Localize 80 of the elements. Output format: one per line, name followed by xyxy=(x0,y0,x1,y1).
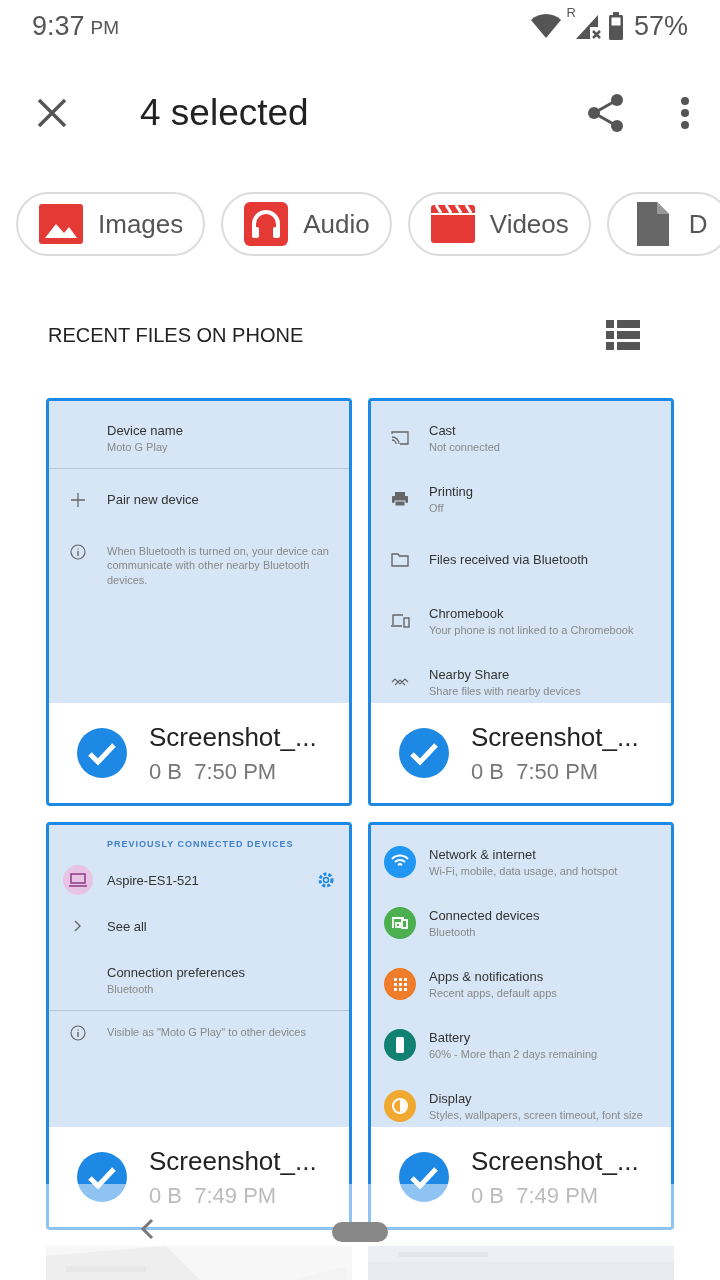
setting-title: Nearby Share xyxy=(429,666,511,682)
checkmark-icon[interactable] xyxy=(399,728,449,778)
close-button[interactable] xyxy=(36,97,68,129)
file-card[interactable]: PREVIOUSLY CONNECTED DEVICES Aspire-ES1-521 See all Connection preferences Bluetooth Visible as "Moto G Play" to other devices Screenshot_... 0 B 7:49 PM xyxy=(46,822,352,1230)
file-card[interactable]: Cast Not connected Printing Off Files received via Bluetooth Chromebook Your phone is not linked to a Chromebook Nearby Share Share files with nearby devices Screenshot_... 0 B 7:50 PM xyxy=(368,398,674,806)
setting-subtitle: Recent apps, default apps xyxy=(429,986,558,999)
list-view-button[interactable] xyxy=(606,320,640,350)
printer-icon xyxy=(391,490,409,507)
cast-icon xyxy=(390,429,410,446)
info-text: Visible as "Moto G Play" to other devices xyxy=(107,1025,307,1040)
file-details: 0 B 7:49 PM xyxy=(471,1182,600,1209)
setting-subtitle: Not connected xyxy=(429,440,501,453)
selection-count: 4 selected xyxy=(140,92,309,134)
setting-subtitle: Moto G Play xyxy=(107,440,169,453)
setting-title: Device name xyxy=(107,422,184,438)
file-name: Screenshot_... xyxy=(471,721,639,753)
brightness-icon xyxy=(384,1089,416,1122)
back-button[interactable] xyxy=(140,1218,154,1240)
category-chip[interactable]: D xyxy=(606,192,720,256)
setting-title: Display xyxy=(429,1090,473,1106)
file-name: Screenshot_... xyxy=(471,1145,639,1177)
nearby-icon xyxy=(391,676,409,687)
file-card[interactable] xyxy=(368,822,674,1230)
setting-title: Files received via Bluetooth xyxy=(429,552,589,567)
devices-icon xyxy=(384,906,416,939)
laptop-phone-icon xyxy=(390,613,410,628)
setting-subtitle: Styles, wallpapers, screen timeout, font size xyxy=(429,1108,644,1121)
info-text: When Bluetooth is turned on, your device can communicate with other nearby Bluetooth devices. xyxy=(107,544,330,587)
setting-subtitle: Share files with nearby devices xyxy=(429,684,582,697)
setting-subtitle: Bluetooth xyxy=(107,982,155,995)
clock-period: PM xyxy=(90,17,120,39)
setting-title: Pair new device xyxy=(107,492,200,507)
category-chip[interactable]: Videos xyxy=(407,192,591,256)
home-handle[interactable] xyxy=(332,1222,388,1242)
info-icon xyxy=(70,1025,86,1041)
file-name: Screenshot_... xyxy=(149,1145,317,1177)
setting-title: Printing xyxy=(429,483,475,499)
clock-time: 9:37 xyxy=(32,10,85,42)
file-name: Screenshot_... xyxy=(149,721,317,753)
checkmark-icon[interactable] xyxy=(399,1152,449,1202)
grid-icon xyxy=(384,967,416,1000)
file-details: 0 B 7:49 PM xyxy=(149,1182,278,1209)
folder-icon xyxy=(391,552,409,567)
settings-icon xyxy=(317,871,335,889)
setting-title: Chromebook xyxy=(429,605,505,621)
setting-title: Aspire-ES1-521 xyxy=(107,872,200,888)
category-chip[interactable]: Audio xyxy=(221,192,392,256)
battery-percentage: 57% xyxy=(633,10,688,42)
checkmark-icon[interactable] xyxy=(77,728,127,778)
file-card[interactable]: Device name Moto G Play Pair new device When Bluetooth is turned on, your device can communicate with other nearby Bluetooth devices. Screenshot_... 0 B 7:50 PM xyxy=(46,398,352,806)
setting-title: Cast xyxy=(429,422,457,438)
wifi-icon xyxy=(384,845,416,878)
signal-icon xyxy=(575,13,602,39)
setting-title: Connected devices xyxy=(429,907,541,923)
file-details: 0 B 7:50 PM xyxy=(149,758,278,785)
setting-subtitle: Bluetooth xyxy=(429,925,477,938)
setting-title: Connection preferences xyxy=(107,964,247,980)
setting-title: Apps & notifications xyxy=(429,968,545,984)
battery-icon xyxy=(384,1028,416,1061)
setting-subtitle: Your phone is not linked to a Chromebook xyxy=(429,623,635,636)
checkmark-icon[interactable] xyxy=(77,1152,127,1202)
section-header: PREVIOUSLY CONNECTED DEVICES xyxy=(107,839,295,849)
setting-subtitle: 60% - More than 2 days remaining xyxy=(429,1047,599,1060)
file-details: 0 B 7:50 PM xyxy=(471,758,600,785)
setting-title: Network & internet xyxy=(429,846,537,862)
roaming-indicator: R xyxy=(566,4,576,20)
setting-subtitle: Off xyxy=(429,501,445,514)
wifi-icon xyxy=(530,14,561,38)
section-title: RECENT FILES ON PHONE xyxy=(48,323,304,347)
setting-title: See all xyxy=(107,918,148,934)
laptop-icon xyxy=(63,865,93,895)
more-options-button[interactable] xyxy=(680,96,690,130)
category-chip[interactable]: Images xyxy=(16,192,206,256)
share-button[interactable] xyxy=(586,92,626,134)
chevron-icon xyxy=(74,920,82,932)
battery-icon xyxy=(607,12,624,40)
info-icon xyxy=(70,544,86,560)
setting-title: Battery xyxy=(429,1029,472,1045)
setting-subtitle: Wi-Fi, mobile, data usage, and hotspot xyxy=(429,864,619,877)
plus-icon xyxy=(70,491,86,508)
